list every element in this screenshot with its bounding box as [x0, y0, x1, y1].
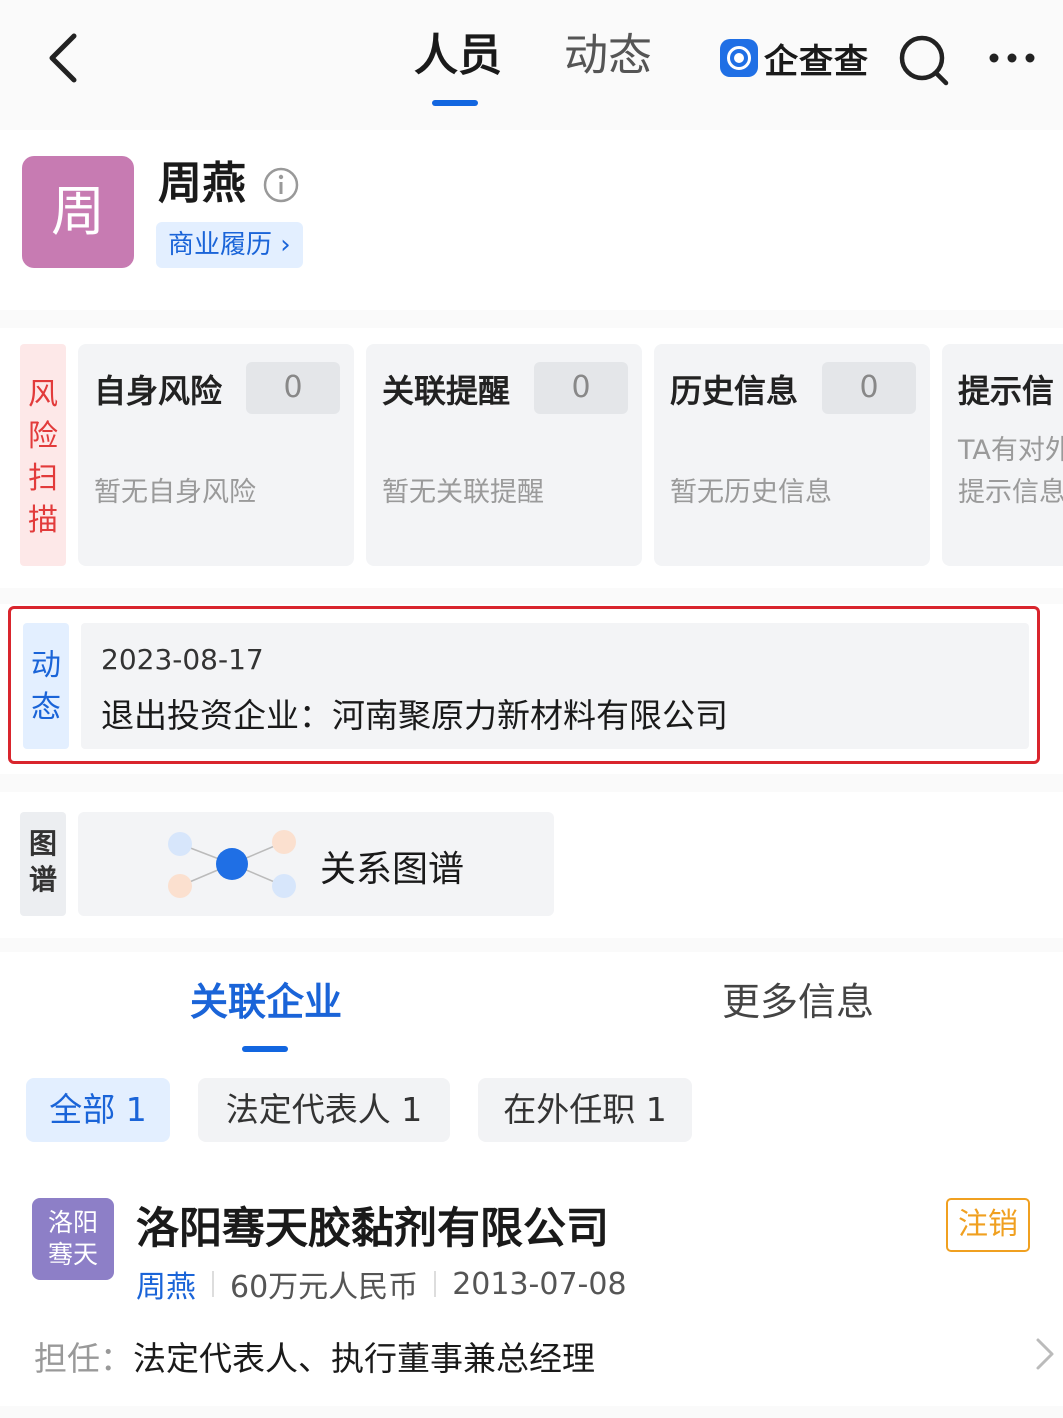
risk-card-hint[interactable]: 提示信 TA有对外 提示信息	[942, 344, 1063, 566]
divider	[212, 1271, 214, 1297]
company-logo: 洛阳 骞天	[32, 1198, 114, 1280]
risk-card-desc: 暂无自身风险	[94, 477, 256, 508]
tab-people[interactable]: 人员	[414, 28, 502, 84]
tab-related-companies[interactable]: 关联企业	[190, 978, 342, 1026]
filter-external-position[interactable]: 在外任职 1	[478, 1078, 692, 1142]
risk-scan-section: 风险扫描 自身风险 0 暂无自身风险 关联提醒 0 暂无关联提醒 历史信息 0 …	[0, 328, 1063, 588]
company-meta: 周燕 60万元人民币 2013-07-08	[136, 1262, 627, 1306]
company-legal-person[interactable]: 周燕	[136, 1262, 196, 1306]
status-badge: 注销	[946, 1198, 1030, 1252]
dynamic-tag-text: 动态	[31, 648, 61, 725]
graph-tag: 图谱	[20, 812, 66, 916]
qichacha-logo-icon	[720, 39, 758, 77]
risk-card-count: 0	[534, 362, 628, 414]
top-nav-bar: 人员 动态 企查查	[0, 0, 1063, 115]
risk-card-history[interactable]: 历史信息 0 暂无历史信息	[654, 344, 930, 566]
dynamic-card[interactable]: 2023-08-17 退出投资企业：河南聚原力新材料有限公司	[81, 623, 1029, 749]
risk-card-desc: 暂无历史信息	[670, 477, 832, 508]
risk-card-title: 提示信	[958, 372, 1055, 410]
search-icon[interactable]	[896, 32, 952, 88]
company-role: 担任：法定代表人、执行董事兼总经理	[34, 1332, 595, 1380]
risk-card-count: 0	[246, 362, 340, 414]
risk-card-title: 自身风险	[94, 372, 223, 410]
dynamic-tag: 动态	[23, 623, 69, 749]
info-icon[interactable]	[262, 166, 300, 204]
filter-chips: 全部 1 法定代表人 1 在外任职 1	[0, 1056, 1063, 1166]
risk-scan-tag-text: 风险扫描	[28, 377, 58, 538]
more-icon[interactable]	[986, 32, 1038, 84]
company-logo-line: 骞天	[47, 1240, 98, 1269]
company-name: 洛阳骞天胶黏剂有限公司	[136, 1204, 609, 1254]
risk-card-title: 历史信息	[670, 372, 799, 410]
section-tabs: 关联企业 更多信息	[0, 952, 1063, 1056]
graph-tag-text: 图谱	[28, 827, 57, 896]
graph-section: 图谱 关系图谱	[0, 792, 1063, 938]
company-date: 2013-07-08	[452, 1266, 627, 1302]
tab-more-info[interactable]: 更多信息	[722, 978, 874, 1026]
business-career-link[interactable]: 商业履历 ›	[156, 222, 303, 268]
tab-active-indicator	[242, 1046, 288, 1052]
person-profile: 周 周燕 商业履历 ›	[0, 130, 1063, 310]
tab-dynamic[interactable]: 动态	[564, 28, 652, 84]
risk-card-title: 关联提醒	[382, 372, 511, 410]
filter-legal-rep[interactable]: 法定代表人 1	[198, 1078, 450, 1142]
risk-card-desc: 暂无关联提醒	[382, 477, 544, 508]
dynamic-text: 退出投资企业：河南聚原力新材料有限公司	[101, 696, 728, 735]
risk-card-count: 0	[822, 362, 916, 414]
dynamic-highlight-box: 动态 2023-08-17 退出投资企业：河南聚原力新材料有限公司	[8, 606, 1040, 764]
company-logo-line: 洛阳	[47, 1208, 98, 1237]
risk-card-desc-line: TA有对外	[958, 435, 1063, 466]
risk-card-self[interactable]: 自身风险 0 暂无自身风险	[78, 344, 354, 566]
avatar: 周	[22, 156, 134, 268]
risk-scan-tag: 风险扫描	[20, 344, 66, 566]
relationship-graph-card[interactable]: 关系图谱	[78, 812, 554, 916]
company-list-item[interactable]: 洛阳 骞天 洛阳骞天胶黏剂有限公司 注销 周燕 60万元人民币 2013-07-…	[0, 1166, 1063, 1406]
risk-card-desc: TA有对外 提示信息	[958, 430, 1063, 514]
risk-card-desc-line: 提示信息	[958, 477, 1063, 508]
relationship-graph-icon	[168, 830, 296, 898]
back-arrow-icon[interactable]	[40, 30, 90, 86]
company-capital: 60万元人民币	[230, 1270, 419, 1305]
dynamic-section: 动态 2023-08-17 退出投资企业：河南聚原力新材料有限公司	[0, 604, 1063, 774]
brand-logo: 企查查	[720, 36, 869, 82]
brand-name: 企查查	[764, 41, 869, 82]
graph-label: 关系图谱	[320, 849, 465, 890]
risk-card-related[interactable]: 关联提醒 0 暂无关联提醒	[366, 344, 642, 566]
role-label: 担任：	[34, 1339, 133, 1378]
divider	[434, 1271, 437, 1297]
filter-all[interactable]: 全部 1	[26, 1078, 170, 1142]
dynamic-date: 2023-08-17	[101, 643, 264, 676]
tab-active-indicator	[432, 100, 478, 106]
role-value: 法定代表人、执行董事兼总经理	[133, 1339, 595, 1378]
person-name: 周燕	[158, 158, 246, 209]
chevron-right-icon	[1036, 1338, 1054, 1370]
